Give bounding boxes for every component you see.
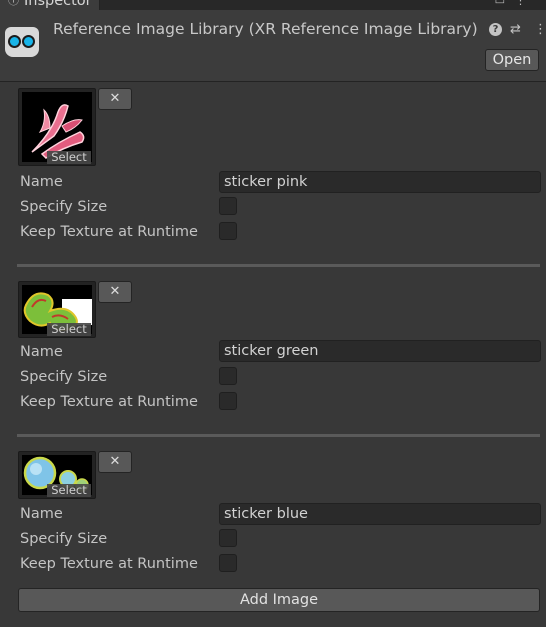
- object-title: Reference Image Library (XR Reference Im…: [53, 20, 478, 38]
- name-field[interactable]: sticker green: [219, 340, 541, 362]
- entry-divider: [17, 434, 540, 437]
- specify-size-checkbox[interactable]: [219, 367, 237, 385]
- name-label: Name: [20, 506, 63, 522]
- specify-size-label: Specify Size: [20, 199, 108, 215]
- select-button[interactable]: Select: [47, 323, 91, 336]
- close-icon: ✕: [109, 454, 121, 469]
- keep-texture-label: Keep Texture at Runtime: [20, 556, 198, 572]
- close-icon: ✕: [109, 91, 121, 106]
- specify-size-label: Specify Size: [20, 369, 108, 385]
- add-image-button[interactable]: Add Image: [18, 588, 540, 612]
- inspector-header: Reference Image Library (XR Reference Im…: [0, 10, 546, 82]
- remove-image-button[interactable]: ✕: [98, 88, 132, 110]
- keep-texture-label: Keep Texture at Runtime: [20, 394, 198, 410]
- texture-thumbnail[interactable]: Select: [18, 88, 96, 166]
- name-label: Name: [20, 174, 63, 190]
- tab-inspector[interactable]: ⓘ Inspector: [0, 0, 100, 10]
- specify-size-checkbox[interactable]: [219, 197, 237, 215]
- close-icon: ✕: [109, 284, 121, 299]
- specify-size-checkbox[interactable]: [219, 529, 237, 547]
- texture-thumbnail[interactable]: Select: [18, 281, 96, 338]
- preset-icon[interactable]: ⇄: [510, 23, 521, 37]
- keep-texture-checkbox[interactable]: [219, 222, 237, 240]
- select-button[interactable]: Select: [47, 484, 91, 497]
- select-button[interactable]: Select: [47, 151, 91, 164]
- help-icon[interactable]: ?: [489, 23, 502, 36]
- tab-tools: ▭⋮: [495, 0, 536, 7]
- tab-title: Inspector: [24, 0, 92, 9]
- remove-image-button[interactable]: ✕: [98, 281, 132, 303]
- more-icon[interactable]: ⋮: [534, 23, 546, 37]
- keep-texture-label: Keep Texture at Runtime: [20, 224, 198, 240]
- more-icon[interactable]: ⋮: [515, 0, 536, 7]
- name-field[interactable]: sticker blue: [219, 503, 541, 525]
- lock-icon[interactable]: ▭: [495, 0, 515, 7]
- specify-size-label: Specify Size: [20, 531, 108, 547]
- xr-headset-icon: [5, 27, 39, 57]
- name-label: Name: [20, 344, 63, 360]
- info-icon: ⓘ: [8, 0, 19, 7]
- open-button[interactable]: Open: [485, 49, 539, 71]
- tab-strip: ⓘ Inspector ▭⋮: [0, 0, 546, 10]
- name-field[interactable]: sticker pink: [219, 171, 541, 193]
- texture-thumbnail[interactable]: Select: [18, 451, 96, 499]
- keep-texture-checkbox[interactable]: [219, 392, 237, 410]
- remove-image-button[interactable]: ✕: [98, 451, 132, 473]
- entry-divider: [17, 264, 540, 267]
- keep-texture-checkbox[interactable]: [219, 554, 237, 572]
